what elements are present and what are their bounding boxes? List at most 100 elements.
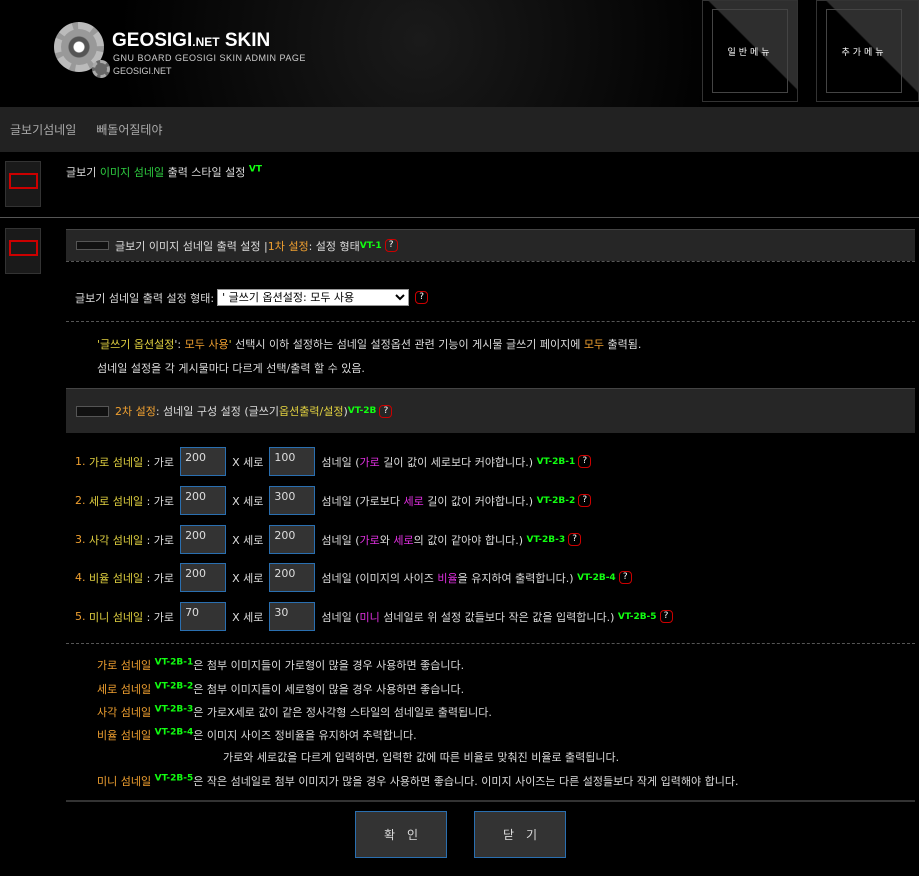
section1-note1: '글쓰기 옵션설정': 모두 사용' 선택시 이하 설정하는 섬네일 설정옵션 … xyxy=(97,336,641,352)
text-segment: 을 유지하여 출력합니다.) xyxy=(457,571,574,585)
logo-skin: SKIN xyxy=(224,30,271,51)
vt-code: VT-1 xyxy=(359,240,382,251)
legend-note: 세로 섬네일 VT-2B-2은 첨부 이미지들이 세로형이 많을 경우 사용하면… xyxy=(97,681,464,697)
width-input[interactable] xyxy=(180,486,227,515)
logo-subtitle: GNU BOARD GEOSIGI SKIN ADMIN PAGE xyxy=(113,53,306,63)
confirm-button[interactable]: 확인 xyxy=(355,811,447,858)
text-segment: 가로 xyxy=(359,455,380,469)
thumbnail-row: 5. 미니 섬네일 : 가로 X 세로 섬네일 (미니 섬네일로 위 설정 값들보다… xyxy=(75,602,673,631)
thumbnail-row: 1. 가로 섬네일 : 가로 X 세로 섬네일 (가로 길이 값이 세로보다 커야합… xyxy=(75,447,592,476)
divider xyxy=(66,321,915,322)
section1-note2: 섬네일 설정을 각 게시물마다 다르게 선택/출력 할 수 있음. xyxy=(97,362,365,375)
title-highlight: 이미지 섬네일 xyxy=(99,166,165,179)
logo-title-text: GEOSIGI xyxy=(112,30,193,51)
help-icon[interactable]: ? xyxy=(578,494,592,507)
vt-code: VT-2B-5 xyxy=(617,611,657,622)
vt-code: VT-2B-2 xyxy=(536,495,576,506)
width-input[interactable] xyxy=(180,525,227,554)
note-text: 은 작은 섬네일로 첨부 이미지가 많을 경우 사용하면 좋습니다. 이미지 사… xyxy=(193,775,739,788)
general-menu-button[interactable]: 일반메뉴 xyxy=(702,0,798,102)
header: GEOSIGI.NET SKIN GNU BOARD GEOSIGI SKIN … xyxy=(0,0,919,107)
text-segment: '글쓰기 옵션설정 xyxy=(97,338,175,351)
vt-code: VT-2B-1 xyxy=(154,657,194,668)
legend-note: 비율 섬네일 VT-2B-4은 이미지 사이즈 정비율을 유지하여 추력합니다. xyxy=(97,727,417,743)
close-button[interactable]: 닫기 xyxy=(474,811,566,858)
help-icon[interactable]: ? xyxy=(415,291,429,304)
height-label: X 세로 xyxy=(232,610,264,624)
help-icon[interactable]: ? xyxy=(659,610,673,623)
help-icon[interactable]: ? xyxy=(618,571,632,584)
logo-site: GEOSIGI.NET xyxy=(113,66,172,76)
section2-step: 2차 설정 xyxy=(115,405,156,418)
help-icon[interactable]: ? xyxy=(568,533,582,546)
divider xyxy=(66,261,915,262)
width-label: : 가로 xyxy=(146,533,175,547)
width-input[interactable] xyxy=(180,447,227,476)
row-label: 가로 섬네일 xyxy=(89,455,144,469)
row-number: 3. xyxy=(75,533,86,546)
text-segment: ': xyxy=(174,338,185,351)
width-input[interactable] xyxy=(180,563,227,592)
section2-header: 2차 설정 : 섬네일 구성 설정 (글쓰기 옵션출력/설정) VT-2B? xyxy=(66,388,915,433)
vt-code: VT-2B-3 xyxy=(526,534,566,545)
row-label: 사각 섬네일 xyxy=(89,533,144,547)
width-label: : 가로 xyxy=(146,610,175,624)
title-part: 글보기 xyxy=(66,166,100,179)
text-segment: 비율 xyxy=(437,571,458,585)
width-label: : 가로 xyxy=(146,571,175,585)
row-description: 섬네일 (가로 길이 값이 세로보다 커야합니다.) xyxy=(321,454,533,470)
output-mode-select[interactable]: ' 글쓰기 옵션설정: 모두 사용 xyxy=(217,289,410,306)
text-segment: 섬네일 (가로보다 xyxy=(321,494,404,508)
height-label: X 세로 xyxy=(232,571,264,585)
text-segment: 의 값이 같아야 합니다.) xyxy=(413,533,523,547)
row-number: 1. xyxy=(75,455,86,468)
text-segment: 길이 값이 세로보다 커야합니다.) xyxy=(379,455,534,469)
divider xyxy=(66,643,915,644)
height-input[interactable] xyxy=(269,563,316,592)
row-label: 세로 섬네일 xyxy=(89,494,144,508)
section2-title: : 섬네일 구성 설정 (글쓰기 xyxy=(155,405,280,418)
vt-code: VT-2B-5 xyxy=(154,773,194,784)
width-input[interactable] xyxy=(180,602,227,631)
logo-title[interactable]: GEOSIGI.NET SKIN xyxy=(112,30,270,52)
note-text: 은 첨부 이미지들이 세로형이 많을 경우 사용하면 좋습니다. xyxy=(193,683,465,696)
vt-code: VT-2B-3 xyxy=(154,704,194,715)
nav-item-thumbnail[interactable]: 글보기섬네일 xyxy=(10,121,76,138)
height-input[interactable] xyxy=(269,486,316,515)
height-input[interactable] xyxy=(269,447,316,476)
height-label: X 세로 xyxy=(232,533,264,547)
row-number: 2. xyxy=(75,494,86,507)
row-description: 섬네일 (이미지의 사이즈 비율을 유지하여 출력합니다.) xyxy=(321,570,573,586)
help-icon[interactable]: ? xyxy=(384,239,398,252)
page-title: 글보기 이미지 섬네일 출력 스타일 설정 VT xyxy=(66,164,262,180)
section1-subtitle: : 설정 형태 xyxy=(308,239,360,253)
text-segment: 섬네일로 위 설정 값들보다 작은 값을 입력합니다.) xyxy=(379,610,615,624)
help-icon[interactable]: ? xyxy=(379,404,393,418)
text-segment: 섬네일 ( xyxy=(321,610,360,624)
vt-code: VT-2B-4 xyxy=(154,727,194,738)
width-label: : 가로 xyxy=(146,455,175,469)
row-description: 섬네일 (미니 섬네일로 위 설정 값들보다 작은 값을 입력합니다.) xyxy=(321,609,614,625)
text-segment: 선택시 이하 설정하는 섬네일 설정옵션 관련 기능이 게시물 글쓰기 페이지에 xyxy=(231,338,584,351)
text-segment: 길이 값이 커야합니다.) xyxy=(423,494,534,508)
height-input[interactable] xyxy=(269,525,316,554)
nav-item-second[interactable]: 빼돌어질테야 xyxy=(96,121,162,138)
note-text: 은 첨부 이미지들이 가로형이 많을 경우 사용하면 좋습니다. xyxy=(193,659,465,672)
height-input[interactable] xyxy=(269,602,316,631)
vt-code: VT-2B-2 xyxy=(154,681,194,692)
height-label: X 세로 xyxy=(232,455,264,469)
vt-code: VT-2B-1 xyxy=(536,456,576,467)
select-row: 글보기 섬네일 출력 설정 형태: ' 글쓰기 옵션설정: 모두 사용 ? xyxy=(75,289,429,306)
extra-menu-button[interactable]: 추가메뉴 xyxy=(816,0,919,102)
note-text: 가로와 세로값을 다르게 입력하면, 입력한 값에 따른 비율로 맞춰진 비율로… xyxy=(223,751,620,764)
text-segment: 가로 xyxy=(359,533,380,547)
layout-thumbnail-icon xyxy=(5,228,41,274)
vt-code: VT-2B xyxy=(347,406,377,416)
divider xyxy=(66,800,915,802)
bar-icon xyxy=(76,405,109,417)
vt-code: VT-2B-4 xyxy=(577,572,616,583)
text-segment: 출력됨. xyxy=(604,338,642,351)
text-segment: 세로 xyxy=(403,494,424,508)
legend-note: 가로 섬네일 VT-2B-1은 첨부 이미지들이 가로형이 많을 경우 사용하면… xyxy=(97,657,464,673)
help-icon[interactable]: ? xyxy=(578,455,592,468)
